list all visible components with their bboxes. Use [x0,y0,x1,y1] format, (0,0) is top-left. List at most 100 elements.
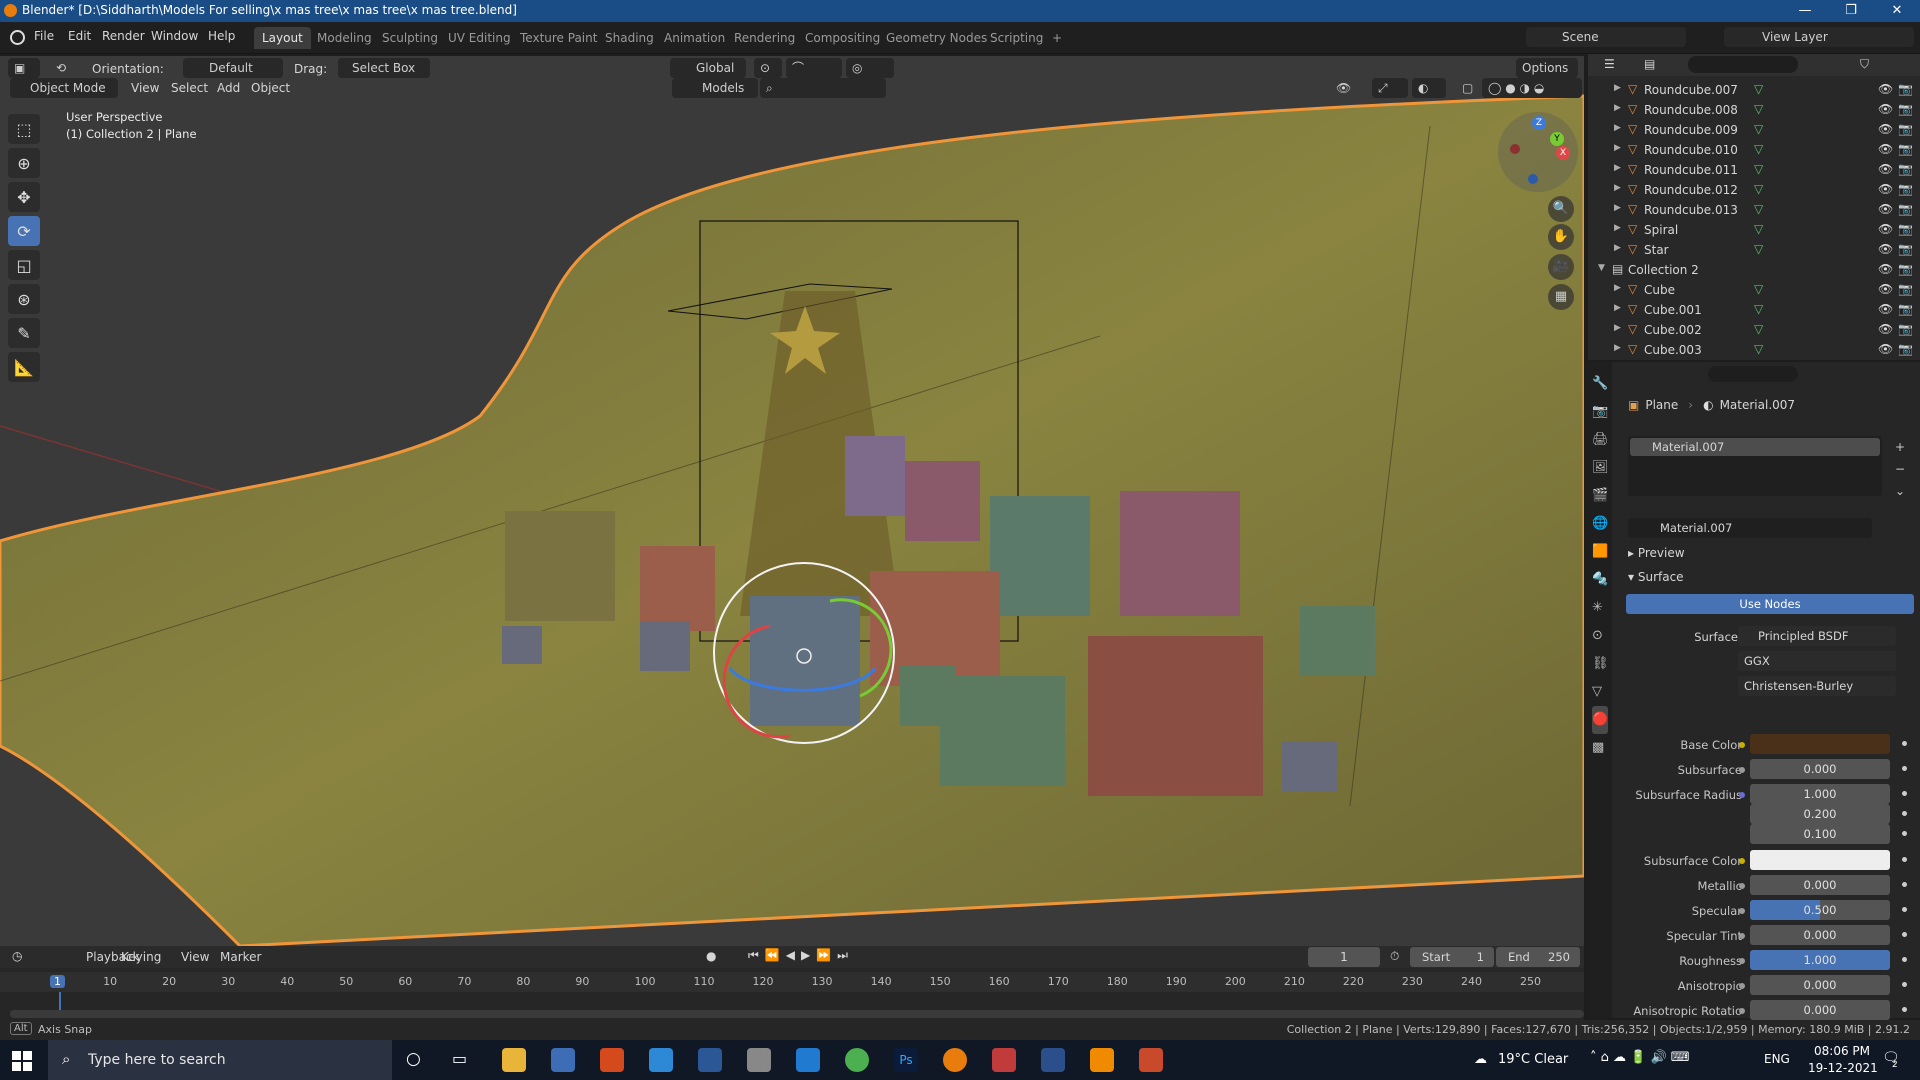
menu-add[interactable]: Add [217,81,240,95]
render-camera-icon[interactable]: 📷 [1898,82,1913,96]
socket-dot-icon[interactable] [1739,767,1745,773]
outliner-row[interactable]: ▶ ▽ Cube.001 ▽ 👁 📷 [1588,300,1920,320]
socket-dot-icon[interactable] [1739,858,1745,864]
visibility-eye-icon[interactable]: 👁 [1878,162,1893,176]
app-icon[interactable] [992,1048,1016,1072]
keyframe-dot-icon[interactable] [1902,1007,1907,1012]
menu-render[interactable]: Render [102,29,145,43]
value-slider[interactable]: 1.000 [1750,950,1890,970]
playhead[interactable] [59,992,61,1010]
outliner-editor-icon[interactable]: ☰ [1604,57,1615,71]
value-slider[interactable]: 0.000 [1750,975,1890,995]
keyframe-dot-icon[interactable] [1902,766,1907,771]
timeline-scrollbar[interactable] [10,1010,1584,1018]
frame-ruler[interactable]: 1 10 20 30 40 50 60 70 80 90 100 110 120 130 140 150 160… [0,972,1584,1010]
render-camera-icon[interactable]: 📷 [1898,182,1913,196]
pivot-point-icon[interactable]: ⊙ [754,58,782,78]
tray-icons[interactable]: ˄ ⌂ ☁ 🔋 🔊 ⌨ [1590,1050,1690,1065]
properties-search-input[interactable] [1708,366,1798,382]
material-name-field[interactable]: Material.007 [1628,518,1872,538]
visibility-eye-icon[interactable]: 👁 [1878,122,1893,136]
transform-orientation-dropdown[interactable]: Global [670,58,746,78]
zoom-icon[interactable]: 🔍 [1548,196,1574,222]
transform-tool-icon[interactable]: ⊛ [8,284,40,314]
outliner-row[interactable]: ▶ ▽ Roundcube.007 ▽ 👁 📷 [1588,80,1920,100]
office-icon[interactable] [600,1048,624,1072]
value-slider[interactable]: 0.000 [1750,925,1890,945]
word-icon[interactable] [698,1048,722,1072]
menu-keying[interactable]: Keying [121,950,161,964]
current-frame-field[interactable]: 1 [1308,947,1380,967]
color-swatch[interactable] [1750,734,1890,754]
visibility-eye-icon[interactable]: 👁 [1878,222,1893,236]
value-slider[interactable]: 0.100 [1750,824,1890,844]
minimize-button[interactable]: — [1782,0,1828,22]
render-camera-icon[interactable]: 📷 [1898,102,1913,116]
move-tool-icon[interactable]: ✥ [8,182,40,212]
world-tab-icon[interactable]: 🌐 [1592,510,1608,538]
xray-icon[interactable]: ▢ [1456,78,1476,98]
outliner-row[interactable]: ▶ ▽ Cube.002 ▽ 👁 📷 [1588,320,1920,340]
expand-arrow-icon[interactable]: ▶ [1614,223,1621,233]
close-window-button[interactable]: ✕ [1874,0,1920,22]
render-camera-icon[interactable]: 📷 [1898,202,1913,216]
value-slider[interactable]: 0.500 [1750,900,1890,920]
menu-view[interactable]: View [131,81,159,95]
render-camera-icon[interactable]: 📷 [1898,282,1913,296]
expand-arrow-icon[interactable]: ▶ [1614,183,1621,193]
particles-tab-icon[interactable]: ✳ [1592,594,1608,622]
start-frame-field[interactable]: Start 1 [1410,947,1494,967]
color-swatch[interactable] [1750,850,1890,870]
socket-dot-icon[interactable] [1739,1008,1745,1014]
data-tab-icon[interactable]: ▽ [1592,678,1608,706]
outliner-row[interactable]: ▶ ▽ Roundcube.008 ▽ 👁 📷 [1588,100,1920,120]
powerpoint-icon[interactable] [1139,1048,1163,1072]
socket-dot-icon[interactable] [1739,933,1745,939]
add-slot-button[interactable]: + [1890,436,1910,458]
value-slider[interactable]: 0.000 [1750,759,1890,779]
keyframe-dot-icon[interactable] [1902,811,1907,816]
outliner-row[interactable]: ▶ ▽ Roundcube.013 ▽ 👁 📷 [1588,200,1920,220]
menu-help[interactable]: Help [208,29,235,43]
gizmo-x-axis[interactable]: X [1556,146,1570,160]
preview-panel-header[interactable]: ▸ Preview [1628,546,1685,560]
cortana-icon[interactable]: ○ [406,1049,421,1069]
value-slider[interactable]: 0.000 [1750,875,1890,895]
socket-dot-icon[interactable] [1739,883,1745,889]
use-nodes-button[interactable]: Use Nodes [1626,594,1914,614]
tab-shading[interactable]: Shading [597,27,662,49]
modifier-tab-icon[interactable]: 🔩 [1592,566,1608,594]
tab-modeling[interactable]: Modeling [309,27,380,49]
menu-select[interactable]: Select [171,81,208,95]
taskbar-search-box[interactable]: ⌕ Type here to search [48,1040,392,1080]
surface-panel-header[interactable]: ▾ Surface [1628,570,1684,584]
transform-pivot-icon[interactable]: ⟲ [50,58,76,78]
expand-arrow-icon[interactable]: ▶ [1614,343,1621,353]
select-box-tool-icon[interactable]: ⬚ [8,114,40,144]
camera-view-icon[interactable]: 🎥 [1548,254,1574,280]
shading-modes[interactable]: ◯ ● ◑ ◒ [1482,78,1582,98]
snap-toggle-icon[interactable]: ⌒ [786,58,842,78]
tab-uv-editing[interactable]: UV Editing [440,27,519,49]
annotate-tool-icon[interactable]: ✎ [8,318,40,348]
language-indicator[interactable]: ENG [1764,1052,1790,1066]
value-slider[interactable]: 1.000 [1750,784,1890,804]
render-tab-icon[interactable]: 📷 [1592,398,1608,426]
overlay-toggle-icon[interactable]: ◐ [1412,78,1446,98]
socket-dot-icon[interactable] [1739,958,1745,964]
keyframe-dot-icon[interactable] [1902,982,1907,987]
scene-selector[interactable]: Scene [1526,27,1686,47]
timeline-editor-icon[interactable]: ◷ [12,949,22,963]
menu-timeline-view[interactable]: View [181,950,209,964]
expand-arrow-icon[interactable]: ▶ [1614,323,1621,333]
measure-tool-icon[interactable]: 📐 [8,352,40,382]
socket-dot-icon[interactable] [1739,742,1745,748]
vscode-icon[interactable] [649,1048,673,1072]
physics-tab-icon[interactable]: ⊙ [1592,622,1608,650]
render-camera-icon[interactable]: 📷 [1898,162,1913,176]
gizmo-neg-z[interactable] [1528,174,1538,184]
expand-arrow-icon[interactable]: ▶ [1614,103,1621,113]
visibility-eye-icon[interactable]: 👁 [1878,242,1893,256]
render-camera-icon[interactable]: 📷 [1898,242,1913,256]
menu-object[interactable]: Object [251,81,290,95]
